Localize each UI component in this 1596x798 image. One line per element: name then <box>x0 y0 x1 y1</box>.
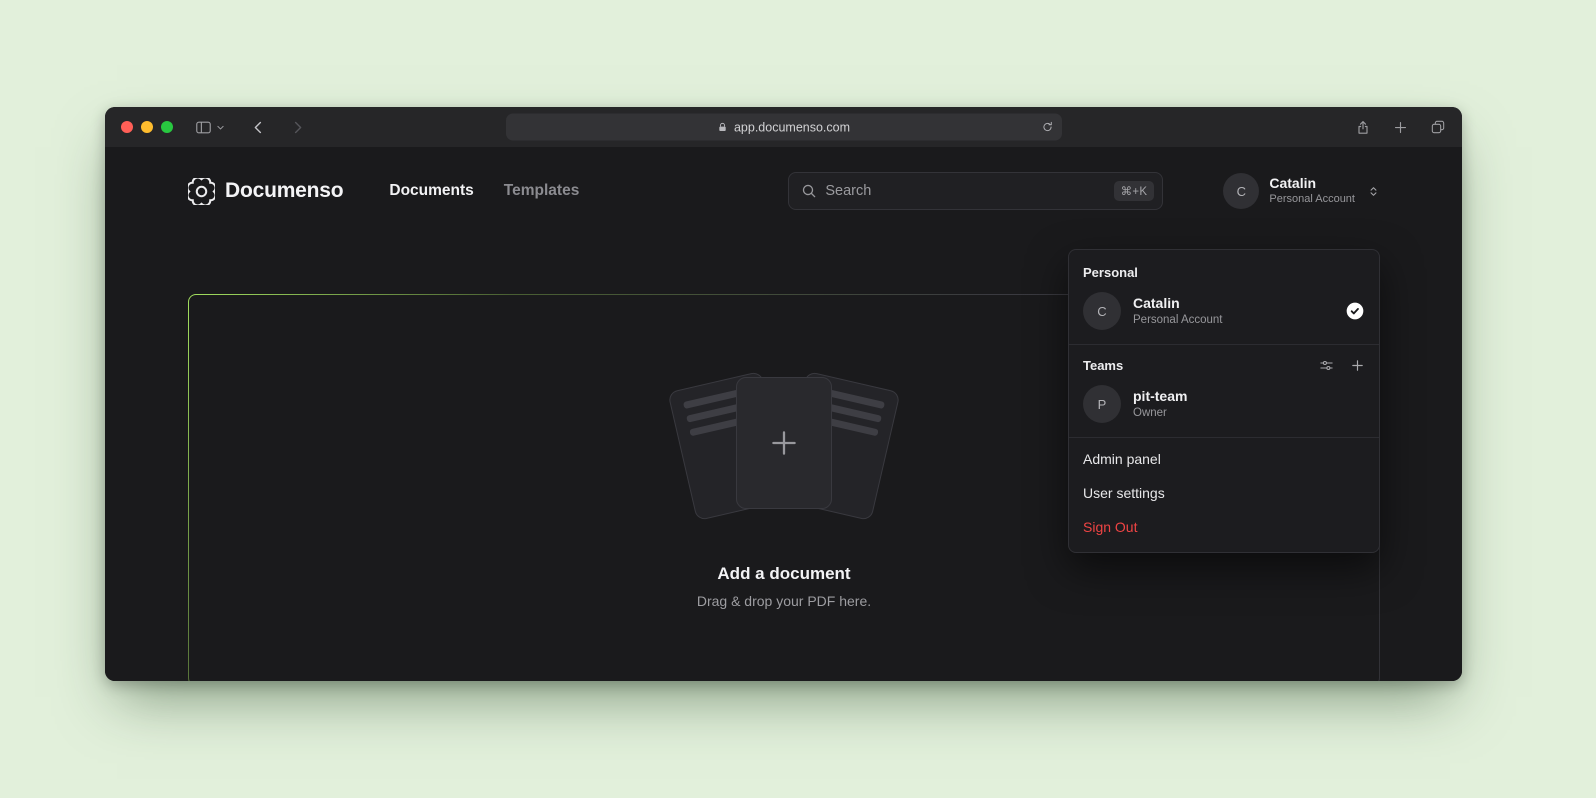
plus-icon <box>1393 120 1408 135</box>
personal-section-label: Personal <box>1069 256 1379 286</box>
tab-overview-button[interactable] <box>1430 119 1446 135</box>
address-bar[interactable]: app.documenso.com <box>506 114 1062 141</box>
tab-group-menu-button[interactable] <box>216 123 225 132</box>
search-box[interactable]: ⌘+K <box>788 172 1163 210</box>
search-icon <box>801 183 817 199</box>
chevron-right-icon <box>290 120 305 135</box>
lock-icon <box>717 121 728 133</box>
personal-account-row[interactable]: C Catalin Personal Account <box>1069 286 1379 340</box>
nav-templates[interactable]: Templates <box>504 182 580 200</box>
documenso-logo-icon <box>188 178 215 205</box>
share-button[interactable] <box>1355 119 1371 136</box>
create-team-button[interactable] <box>1350 358 1365 373</box>
menu-item-admin-panel[interactable]: Admin panel <box>1069 442 1379 476</box>
menu-item-user-settings[interactable]: User settings <box>1069 476 1379 510</box>
personal-name: Catalin <box>1133 294 1223 312</box>
account-type: Personal Account <box>1269 193 1355 207</box>
browser-toolbar: app.documenso.com <box>105 107 1462 147</box>
menu-item-sign-out[interactable]: Sign Out <box>1069 510 1379 544</box>
account-avatar: C <box>1223 173 1259 209</box>
document-cards-illustration <box>664 372 904 522</box>
manage-teams-button[interactable] <box>1319 358 1334 373</box>
team-avatar: P <box>1083 385 1121 423</box>
team-role: Owner <box>1133 406 1187 421</box>
forward-button[interactable] <box>290 120 305 135</box>
back-button[interactable] <box>251 120 266 135</box>
team-name: pit-team <box>1133 387 1187 405</box>
search-input[interactable] <box>825 183 1105 199</box>
minimize-window-button[interactable] <box>141 121 153 133</box>
url-text: app.documenso.com <box>734 120 850 134</box>
close-window-button[interactable] <box>121 121 133 133</box>
upload-plus-icon <box>767 426 801 460</box>
chevron-up-down-icon <box>1367 184 1380 199</box>
plus-icon <box>1350 358 1365 373</box>
menu-divider <box>1069 437 1379 438</box>
share-icon <box>1355 119 1371 136</box>
brand-name: Documenso <box>225 179 343 203</box>
document-card-center <box>736 377 832 509</box>
personal-avatar: C <box>1083 292 1121 330</box>
reload-icon <box>1041 121 1054 134</box>
account-name: Catalin <box>1269 175 1355 193</box>
menu-divider <box>1069 344 1379 345</box>
selected-check-icon <box>1345 301 1365 321</box>
documenso-app-page: Documenso Documents Templates ⌘+K C Cata… <box>105 171 1462 681</box>
brand[interactable]: Documenso <box>188 178 343 205</box>
traffic-lights <box>121 121 173 133</box>
chevron-left-icon <box>251 120 266 135</box>
account-menu-trigger[interactable]: C Catalin Personal Account <box>1223 173 1380 209</box>
sidebar-icon <box>195 119 212 136</box>
reload-button[interactable] <box>1041 121 1054 134</box>
browser-window: app.documenso.com Documenso <box>105 107 1462 681</box>
dropzone-title: Add a document <box>717 564 850 584</box>
account-dropdown-menu: Personal C Catalin Personal Account Team… <box>1068 249 1380 553</box>
teams-section-label: Teams <box>1069 349 1379 379</box>
app-header: Documenso Documents Templates ⌘+K C Cata… <box>188 171 1380 211</box>
sidebar-toggle-button[interactable] <box>195 119 212 136</box>
team-row[interactable]: P pit-team Owner <box>1069 379 1379 433</box>
nav-documents[interactable]: Documents <box>389 182 473 200</box>
chevron-down-icon <box>216 123 225 132</box>
zoom-window-button[interactable] <box>161 121 173 133</box>
stacked-squares-icon <box>1430 119 1446 135</box>
sliders-icon <box>1319 358 1334 373</box>
dropzone-subtitle: Drag & drop your PDF here. <box>697 593 871 609</box>
main-nav: Documents Templates <box>389 182 579 200</box>
new-tab-button[interactable] <box>1393 120 1408 135</box>
search-shortcut-badge: ⌘+K <box>1114 181 1155 201</box>
personal-type: Personal Account <box>1133 313 1223 328</box>
